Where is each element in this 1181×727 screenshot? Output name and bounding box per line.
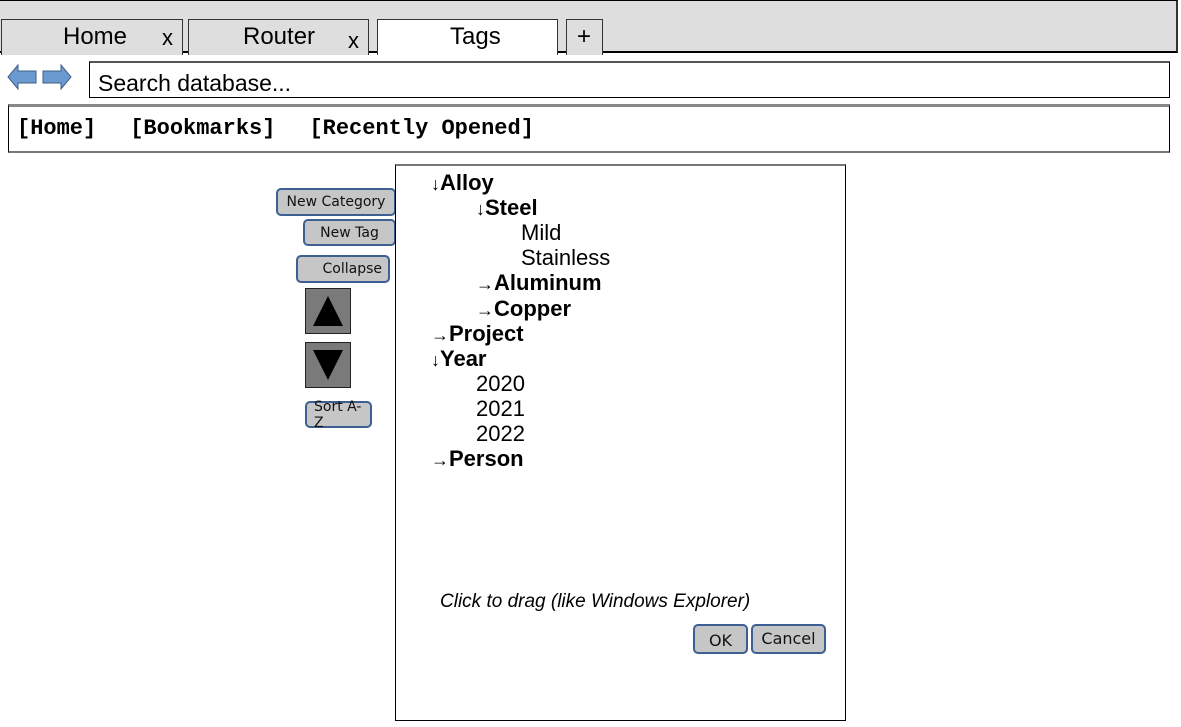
tab-label: Tags (450, 23, 501, 50)
tree-item-label: 2022 (476, 421, 525, 446)
tree-item-label: Project (449, 320, 524, 346)
search-input[interactable] (89, 61, 1170, 98)
tree-category[interactable]: →Copper (476, 296, 571, 323)
new-tab-button[interactable]: + (566, 19, 603, 55)
bookmark-recently-opened-link[interactable]: [Recently Opened] (309, 116, 533, 141)
sort-az-button[interactable]: Sort A-Z (305, 399, 372, 431)
expanded-arrow-icon[interactable]: ↓ (431, 174, 440, 194)
collapsed-arrow-icon[interactable]: → (476, 274, 494, 294)
tree-item-label: Stainless (521, 245, 611, 271)
move-down-button[interactable] (305, 342, 351, 388)
tree-item-label: Aluminum (494, 270, 602, 296)
drag-hint: Click to drag (like Windows Explorer) (440, 591, 751, 612)
tab-label: Router (243, 23, 316, 50)
expanded-arrow-icon[interactable]: ↓ (476, 199, 485, 219)
tree-item-label: Year (440, 345, 487, 371)
cancel-button[interactable]: Cancel (751, 624, 826, 654)
tree-category[interactable]: ↓Year (431, 346, 487, 373)
collapsed-arrow-icon[interactable]: → (476, 300, 494, 320)
triangle-down-icon (313, 350, 343, 380)
triangle-up-icon (313, 296, 343, 326)
tab-router[interactable]: Router x (188, 19, 369, 55)
tree-tag[interactable]: 2022 (476, 421, 525, 446)
tree-item-label: Steel (485, 195, 538, 221)
tab-tags[interactable]: Tags (377, 19, 558, 55)
ok-button[interactable]: OK (693, 624, 748, 654)
bookmark-home-link[interactable]: [Home] (17, 116, 96, 141)
tree-category[interactable]: →Project (431, 321, 524, 348)
tree-tag[interactable]: 2021 (476, 396, 525, 421)
tab-close-button[interactable]: x (348, 28, 359, 54)
new-tag-button[interactable]: New Tag (303, 219, 396, 246)
tree-item-label: Copper (494, 295, 571, 321)
expanded-arrow-icon[interactable]: ↓ (431, 350, 440, 370)
tree-category[interactable]: →Aluminum (476, 270, 602, 297)
tree-item-label: Alloy (440, 170, 494, 195)
bookmark-bookmarks-link[interactable]: [Bookmarks] (130, 116, 275, 141)
tree-item-label: 2021 (476, 395, 525, 421)
tree-category[interactable]: →Person (431, 446, 524, 473)
collapsed-arrow-icon[interactable]: → (431, 450, 449, 470)
move-up-button[interactable] (305, 288, 351, 334)
forward-arrow-icon[interactable] (42, 63, 72, 91)
tab-home[interactable]: Home x (1, 19, 183, 55)
tree-item-label: Mild (521, 220, 562, 246)
tree-category[interactable]: ↓Steel (476, 195, 538, 222)
collapse-button[interactable]: Collapse (296, 255, 390, 283)
tree-item-label: 2020 (476, 370, 525, 396)
collapsed-arrow-icon[interactable]: → (431, 325, 449, 345)
tab-bar: Home x Router x Tags + (0, 0, 1178, 55)
tag-tree-panel: ↓Alloy ↓Steel Mild Stainless →Aluminum →Coppe… (395, 164, 846, 721)
plus-icon: + (577, 23, 592, 50)
tree-tag[interactable]: Stainless (521, 245, 610, 270)
tree-category[interactable]: ↓Alloy (431, 170, 494, 197)
back-arrow-icon[interactable] (7, 63, 37, 91)
tab-close-button[interactable]: x (162, 25, 173, 51)
bookmarks-bar: [Home] [Bookmarks] [Recently Opened] (8, 104, 1170, 153)
tree-tag[interactable]: 2020 (476, 371, 525, 396)
new-category-button[interactable]: New Category (276, 188, 396, 216)
tree-item-label: Person (449, 446, 524, 472)
tab-label: Home (63, 23, 128, 50)
tree-tag[interactable]: Mild (521, 220, 561, 245)
